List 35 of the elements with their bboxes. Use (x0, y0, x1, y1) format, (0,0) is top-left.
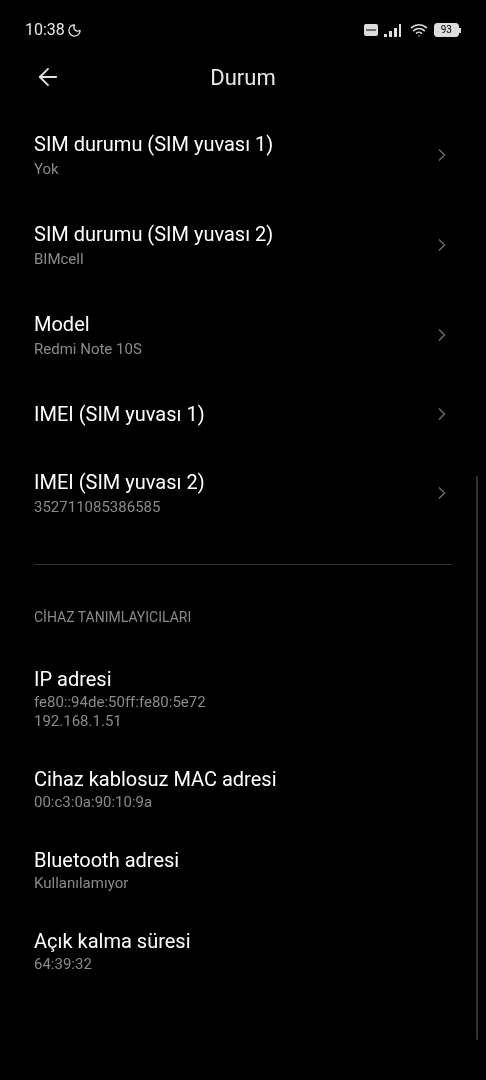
item-value: Redmi Note 10S (34, 339, 142, 360)
settings-item[interactable]: IMEI (SIM yuvası 2) 352711085386585 (0, 448, 486, 538)
page-title: Durum (210, 63, 276, 92)
settings-item[interactable]: SIM durumu (SIM yuvası 2) BIMcell (0, 200, 486, 290)
item-title: Cihaz kablosuz MAC adresi (34, 766, 278, 793)
item-title: SIM durumu (SIM yuvası 2) (34, 221, 274, 248)
moon-icon (66, 22, 82, 38)
item-title: Model (34, 311, 91, 338)
item-value: BIMcell (34, 249, 85, 270)
item-value: 00:c3:0a:90:10:9a (34, 793, 154, 812)
item-title: IMEI (SIM yuvası 2) (34, 469, 205, 496)
settings-item[interactable]: Model Redmi Note 10S (0, 290, 486, 380)
item-value: Kullanılamıyor (34, 874, 130, 893)
item-title: Açık kalma süresi (34, 928, 192, 955)
info-item[interactable]: IP adresi fe80::94de:50ff:fe80:5e72 192.168.1.51 (0, 648, 486, 748)
item-value: 192.168.1.51 (34, 712, 123, 731)
battery-icon: 93 (433, 23, 459, 37)
item-title: IP adresi (34, 666, 113, 693)
item-value: 64:39:32 (34, 955, 93, 974)
section-heading: CİHAZ TANIMLAYICILARI (33, 608, 193, 627)
info-item[interactable]: Açık kalma süresi 64:39:32 (0, 910, 486, 991)
scrollbar-thumb[interactable] (476, 476, 478, 1040)
wifi-icon (409, 21, 428, 39)
info-item[interactable]: Bluetooth adresi Kullanılamıyor (0, 829, 486, 910)
item-value: fe80::94de:50ff:fe80:5e72 (34, 693, 207, 712)
settings-item[interactable]: IMEI (SIM yuvası 1) (0, 380, 486, 448)
signal-icon (383, 23, 404, 37)
info-item[interactable]: Cihaz kablosuz MAC adresi 00:c3:0a:90:10:9a (0, 748, 486, 829)
item-title: IMEI (SIM yuvası 1) (34, 401, 205, 428)
item-value: 352711085386585 (34, 497, 162, 518)
item-title: Bluetooth adresi (34, 847, 181, 874)
item-title: SIM durumu (SIM yuvası 1) (34, 131, 274, 158)
item-value: Yok (34, 159, 60, 180)
status-time: 10:38 (25, 19, 65, 41)
settings-item[interactable]: SIM durumu (SIM yuvası 1) Yok (0, 110, 486, 200)
